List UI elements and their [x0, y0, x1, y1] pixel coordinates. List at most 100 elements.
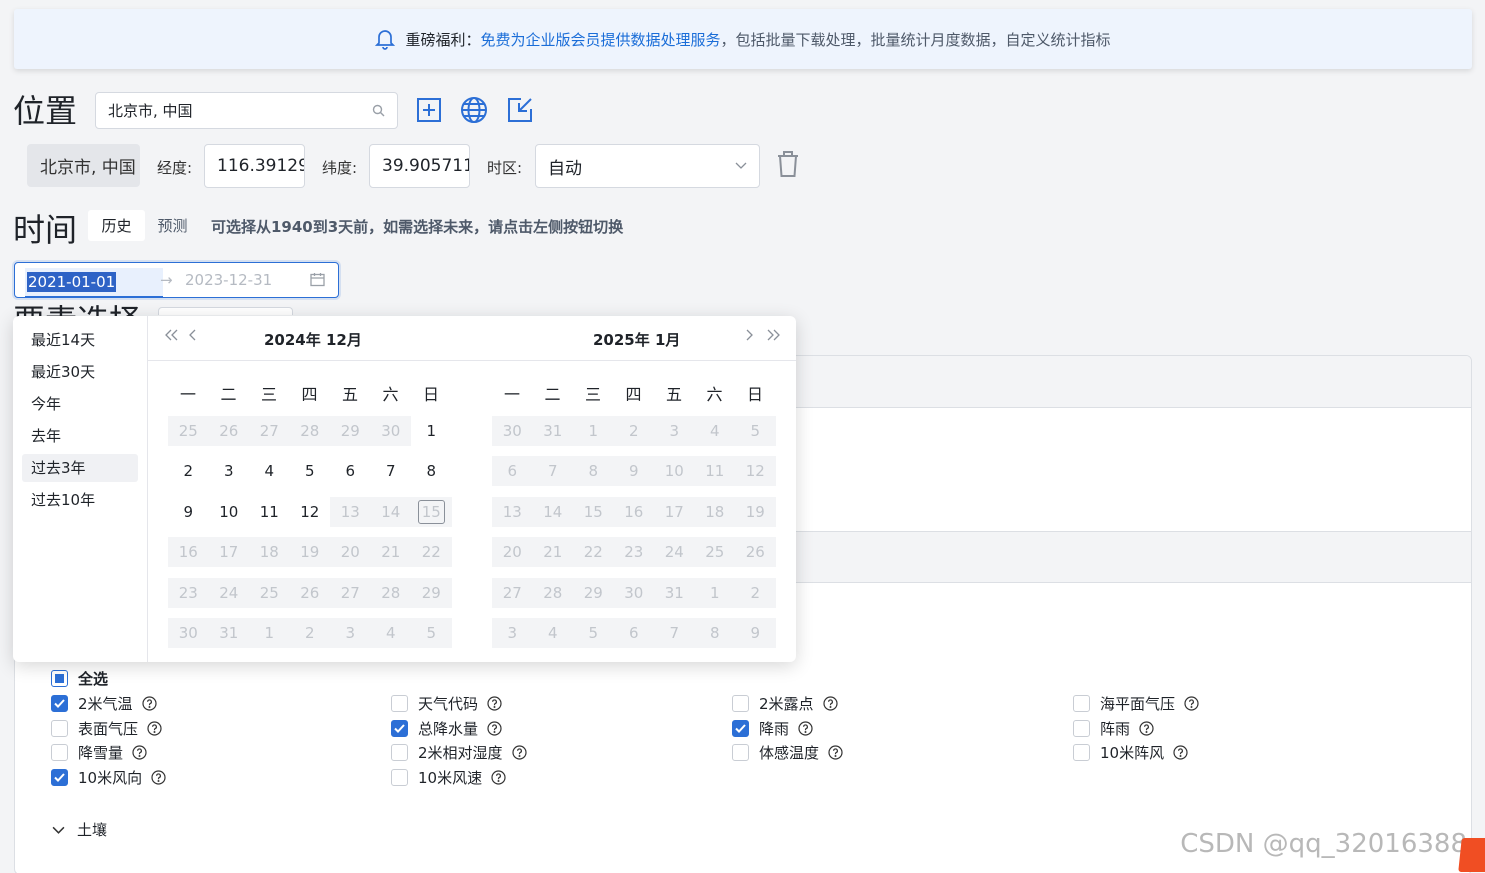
variable-checkbox[interactable]: 天气代码: [391, 693, 502, 714]
calendar-day[interactable]: 8: [411, 456, 452, 486]
calendar-day: 22: [411, 537, 452, 567]
help-circle-icon[interactable]: [491, 770, 506, 785]
banner-text: ，包括批量下载处理，批量统计月度数据，自定义统计指标: [720, 30, 1111, 49]
help-circle-icon[interactable]: [141, 696, 157, 711]
calendar-day[interactable]: 9: [168, 497, 209, 527]
variable-checkbox[interactable]: 总降水量: [391, 718, 502, 739]
checkbox-unchecked: [732, 695, 749, 712]
tab-forecast[interactable]: 预测: [146, 210, 199, 241]
weekday-label: 日: [746, 385, 763, 404]
preset-item[interactable]: 最近14天: [22, 326, 138, 354]
calendar-day-number: 20: [502, 543, 522, 561]
help-circle-icon[interactable]: [132, 745, 147, 760]
help-circle-icon[interactable]: [1173, 745, 1188, 760]
calendar-day[interactable]: 6: [330, 456, 371, 486]
calendar-day: 4: [694, 416, 735, 446]
end-date-input[interactable]: 2023-12-31: [185, 271, 272, 289]
help-circle-icon[interactable]: [487, 696, 502, 711]
weekday-label: 二: [220, 385, 237, 404]
location-chip[interactable]: 北京市, 中国: [27, 144, 140, 187]
next-year-button[interactable]: [765, 328, 781, 342]
variable-checkbox[interactable]: 降雨: [732, 718, 813, 739]
calendar-day-number: 24: [664, 543, 684, 561]
banner-link[interactable]: 免费为企业版会员提供数据处理服务: [481, 29, 721, 50]
help-circle-icon[interactable]: [822, 696, 838, 711]
variable-checkbox[interactable]: 2米相对湿度: [391, 742, 527, 763]
soil-section-toggle[interactable]: 土壤: [52, 819, 107, 840]
calendar-day[interactable]: 5: [290, 456, 331, 486]
preset-item[interactable]: 今年: [22, 390, 138, 418]
calendar-day-number: 2: [628, 422, 639, 440]
variable-checkbox[interactable]: 表面气压: [51, 718, 162, 739]
calendar-day[interactable]: 4: [249, 456, 290, 486]
latitude-label: 纬度:: [322, 159, 358, 177]
checkbox-unchecked: [51, 744, 68, 761]
calendar-day-number: 29: [340, 422, 360, 440]
calendar-day-number: 12: [745, 462, 765, 480]
calendar-day[interactable]: 7: [371, 456, 412, 486]
delete-button[interactable]: [776, 150, 800, 178]
help-circle-icon[interactable]: [1139, 721, 1154, 736]
start-date-input[interactable]: 2021-01-01: [25, 268, 163, 298]
variable-checkbox[interactable]: 体感温度: [732, 742, 843, 763]
weekday-label: 一: [179, 385, 196, 404]
calendar-day: 2: [735, 578, 776, 608]
checkbox-unchecked: [1073, 744, 1090, 761]
calendar-day-number: 17: [219, 543, 239, 561]
help-circle-icon[interactable]: [147, 721, 162, 736]
help-circle-icon[interactable]: [798, 721, 813, 736]
variable-checkbox[interactable]: 海平面气压: [1073, 693, 1199, 714]
longitude-input[interactable]: 116.39129: [204, 144, 305, 188]
calendar-day[interactable]: 3: [209, 456, 250, 486]
variable-checkbox[interactable]: 2米露点: [732, 693, 838, 714]
time-hint: 可选择从1940到3天前，如需选择未来，请点击左侧按钮切换: [211, 218, 624, 236]
calendar-day: 25: [168, 416, 209, 446]
calendar-day[interactable]: 2: [168, 456, 209, 486]
variable-checkbox[interactable]: 10米风向: [51, 767, 166, 788]
help-circle-icon[interactable]: [828, 745, 843, 760]
latitude-input[interactable]: 39.905711: [369, 144, 470, 188]
calendar-day: 29: [573, 578, 614, 608]
next-month-button[interactable]: [745, 328, 754, 342]
variable-checkbox[interactable]: 2米气温: [51, 693, 157, 714]
calendar-day-number: 23: [624, 543, 644, 561]
calendar-day-number: 19: [300, 543, 320, 561]
preset-item[interactable]: 最近30天: [22, 358, 138, 386]
timezone-select[interactable]: 自动: [535, 144, 760, 188]
calendar-day: 27: [249, 416, 290, 446]
preset-item[interactable]: 过去10年: [22, 486, 138, 514]
location-search-input[interactable]: 北京市, 中国: [95, 92, 398, 129]
prev-month-button[interactable]: [188, 328, 197, 342]
preset-item[interactable]: 过去3年: [22, 454, 138, 482]
prev-year-button[interactable]: [164, 328, 180, 342]
help-circle-icon[interactable]: [1184, 696, 1199, 711]
calendar-day[interactable]: 10: [209, 497, 250, 527]
announcement-banner: 重磅福利 ： 免费为企业版会员提供数据处理服务 ，包括批量下载处理，批量统计月度…: [14, 9, 1472, 69]
variable-checkbox[interactable]: 阵雨: [1073, 718, 1154, 739]
help-circle-icon[interactable]: [511, 745, 527, 760]
variables-select[interactable]: [158, 307, 293, 315]
calendar-day-number: 3: [223, 462, 234, 480]
help-circle-icon[interactable]: [151, 770, 166, 785]
help-circle-icon[interactable]: [487, 721, 502, 736]
calendar-day[interactable]: 11: [249, 497, 290, 527]
calendar-day: 4: [370, 618, 411, 648]
calendar-day-number: 18: [259, 543, 279, 561]
weekday-label: 四: [301, 385, 318, 404]
date-range-picker[interactable]: 2021-01-01 → 2023-12-31: [14, 262, 339, 298]
calendar-header: 2024年 12月 2025年 1月: [148, 316, 796, 361]
preset-item[interactable]: 去年: [22, 422, 138, 450]
map-button[interactable]: [458, 94, 490, 126]
variable-checkbox[interactable]: 10米风速: [391, 767, 506, 788]
calendar-day[interactable]: 12: [290, 497, 331, 527]
select-all-checkbox[interactable]: 全选: [51, 668, 108, 689]
weekday-label: 二: [544, 385, 561, 404]
calendar-day-number: 9: [183, 503, 194, 521]
checkbox-checked: [732, 720, 749, 737]
calendar-day[interactable]: 1: [411, 416, 452, 446]
tab-history[interactable]: 历史: [88, 210, 145, 241]
import-button[interactable]: [504, 94, 536, 126]
variable-checkbox[interactable]: 降雪量: [51, 742, 147, 763]
variable-checkbox[interactable]: 10米阵风: [1073, 742, 1188, 763]
add-location-button[interactable]: [413, 94, 445, 126]
